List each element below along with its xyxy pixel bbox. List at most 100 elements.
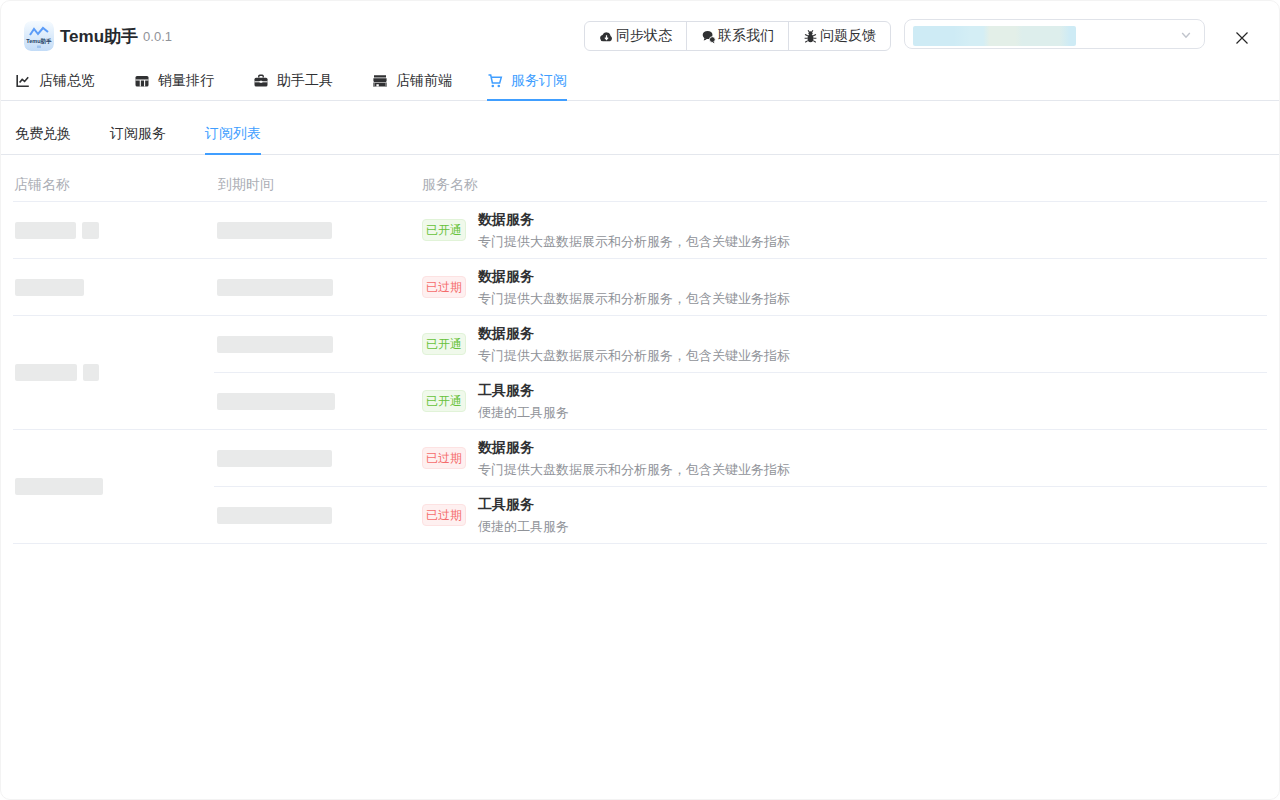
- expire-time-cell: [214, 487, 422, 543]
- store-name-redacted: [15, 364, 77, 381]
- cloud-sync-icon: [599, 29, 614, 44]
- expire-time-cell: [214, 202, 422, 258]
- expire-time-redacted: [217, 507, 332, 524]
- tab-sales-ranking-label: 销量排行: [158, 72, 214, 90]
- service-cell: 已开通 数据服务 专门提供大盘数据展示和分析服务，包含关键业务指标: [422, 202, 1267, 258]
- temu-assistant-dialog: Temu助手 Temu助手 0.0.1 同步状态 联系我们 问题反馈: [0, 0, 1280, 800]
- service-desc: 专门提供大盘数据展示和分析服务，包含关键业务指标: [478, 231, 790, 253]
- table-header: 店铺名称 到期时间 服务名称: [13, 155, 1267, 202]
- tab-store-overview-label: 店铺总览: [39, 72, 95, 90]
- table-row-group: 已过期 数据服务 专门提供大盘数据展示和分析服务，包含关键业务指标: [13, 259, 1267, 316]
- table-row: 已开通 数据服务 专门提供大盘数据展示和分析服务，包含关键业务指标: [214, 202, 1267, 258]
- app-title: Temu助手: [60, 25, 138, 48]
- expire-time-cell: [214, 373, 422, 429]
- subtab-free-exchange[interactable]: 免费兑换: [15, 125, 71, 154]
- header-actions: 同步状态 联系我们 问题反馈: [584, 21, 891, 51]
- store-select-value-redacted: [913, 26, 1076, 46]
- table-row: 已开通 工具服务 便捷的工具服务: [214, 372, 1267, 429]
- service-name: 工具服务: [478, 492, 569, 516]
- status-badge: 已开通: [422, 333, 466, 355]
- tab-assistant-tools[interactable]: 助手工具: [253, 62, 333, 100]
- sync-status-button[interactable]: 同步状态: [585, 22, 686, 50]
- status-badge: 已开通: [422, 390, 466, 412]
- col-expire-time: 到期时间: [214, 176, 422, 194]
- service-cell: 已过期 数据服务 专门提供大盘数据展示和分析服务，包含关键业务指标: [422, 259, 1267, 315]
- contact-icon: [701, 29, 716, 44]
- col-store-name: 店铺名称: [13, 176, 214, 194]
- service-name: 数据服务: [478, 435, 790, 459]
- feedback-label: 问题反馈: [820, 27, 876, 45]
- contact-us-label: 联系我们: [718, 27, 774, 45]
- store-name-cell: [13, 316, 214, 429]
- status-badge: 已过期: [422, 447, 466, 469]
- table-row-group: 已开通 数据服务 专门提供大盘数据展示和分析服务，包含关键业务指标: [13, 202, 1267, 259]
- col-service-name: 服务名称: [422, 176, 1267, 194]
- status-badge: 已开通: [422, 219, 466, 241]
- store-name-redacted: [83, 364, 99, 381]
- contact-us-button[interactable]: 联系我们: [686, 22, 788, 50]
- store-name-cell: [13, 259, 214, 315]
- expire-time-cell: [214, 316, 422, 372]
- expire-time-redacted: [217, 450, 332, 467]
- service-name: 数据服务: [478, 264, 790, 288]
- header: Temu助手 Temu助手 0.0.1 同步状态 联系我们 问题反馈: [1, 1, 1279, 62]
- sub-tabs: 免费兑换 订阅服务 订阅列表: [1, 101, 1279, 155]
- service-desc: 专门提供大盘数据展示和分析服务，包含关键业务指标: [478, 288, 790, 310]
- expire-time-redacted: [217, 393, 335, 410]
- table-row: 已过期 数据服务 专门提供大盘数据展示和分析服务，包含关键业务指标: [214, 259, 1267, 315]
- sales-rank-icon: [134, 73, 150, 89]
- tab-store-frontend[interactable]: 店铺前端: [372, 62, 452, 100]
- subtab-subscribe-service[interactable]: 订阅服务: [110, 125, 166, 154]
- service-desc: 专门提供大盘数据展示和分析服务，包含关键业务指标: [478, 459, 790, 481]
- expire-time-redacted: [217, 336, 333, 353]
- sync-status-label: 同步状态: [616, 27, 672, 45]
- store-name-cell: [13, 202, 214, 258]
- service-cell: 已过期 数据服务 专门提供大盘数据展示和分析服务，包含关键业务指标: [422, 430, 1267, 486]
- service-cell: 已开通 工具服务 便捷的工具服务: [422, 373, 1267, 429]
- store-select[interactable]: [904, 19, 1205, 49]
- app-logo: Temu助手: [24, 21, 54, 51]
- cart-icon: [487, 73, 503, 89]
- chevron-down-icon: [1179, 28, 1193, 42]
- table-row: 已过期 数据服务 专门提供大盘数据展示和分析服务，包含关键业务指标: [214, 430, 1267, 486]
- expire-time-cell: [214, 430, 422, 486]
- service-desc: 便捷的工具服务: [478, 516, 569, 538]
- storefront-icon: [372, 73, 388, 89]
- tab-sales-ranking[interactable]: 销量排行: [134, 62, 214, 100]
- status-badge: 已过期: [422, 276, 466, 298]
- tab-store-overview[interactable]: 店铺总览: [15, 62, 95, 100]
- table-row: 已开通 数据服务 专门提供大盘数据展示和分析服务，包含关键业务指标: [214, 316, 1267, 372]
- tab-assistant-tools-label: 助手工具: [277, 72, 333, 90]
- table-row-group: 已开通 数据服务 专门提供大盘数据展示和分析服务，包含关键业务指标 已开通 工具…: [13, 316, 1267, 430]
- toolbox-icon: [253, 73, 269, 89]
- subtab-subscription-list[interactable]: 订阅列表: [205, 125, 261, 154]
- main-tabs: 店铺总览 销量排行 助手工具 店铺前端 服务订阅: [1, 62, 1279, 101]
- bug-icon: [803, 29, 818, 44]
- expire-time-redacted: [217, 222, 332, 239]
- service-cell: 已开通 数据服务 专门提供大盘数据展示和分析服务，包含关键业务指标: [422, 316, 1267, 372]
- close-icon[interactable]: [1234, 30, 1250, 46]
- tab-store-frontend-label: 店铺前端: [396, 72, 452, 90]
- store-name-redacted: [82, 222, 99, 239]
- store-name-redacted: [15, 478, 103, 495]
- feedback-button[interactable]: 问题反馈: [788, 22, 890, 50]
- service-name: 工具服务: [478, 378, 569, 402]
- subscription-table: 店铺名称 到期时间 服务名称 已开通 数据服务 专门提供大盘数据展示和分析服务，…: [13, 155, 1267, 544]
- store-name-cell: [13, 430, 214, 543]
- service-desc: 便捷的工具服务: [478, 402, 569, 424]
- tab-service-subscription[interactable]: 服务订阅: [487, 62, 567, 100]
- svg-text:Temu助手: Temu助手: [26, 38, 52, 45]
- app-version: 0.0.1: [143, 29, 172, 44]
- tab-service-subscription-label: 服务订阅: [511, 72, 567, 90]
- service-name: 数据服务: [478, 321, 790, 345]
- service-name: 数据服务: [478, 207, 790, 231]
- status-badge: 已过期: [422, 504, 466, 526]
- service-cell: 已过期 工具服务 便捷的工具服务: [422, 487, 1267, 543]
- store-name-redacted: [15, 222, 76, 239]
- line-chart-icon: [15, 73, 31, 89]
- store-name-redacted: [15, 279, 84, 296]
- table-row-group: 已过期 数据服务 专门提供大盘数据展示和分析服务，包含关键业务指标 已过期 工具…: [13, 430, 1267, 544]
- service-desc: 专门提供大盘数据展示和分析服务，包含关键业务指标: [478, 345, 790, 367]
- expire-time-redacted: [217, 279, 333, 296]
- expire-time-cell: [214, 259, 422, 315]
